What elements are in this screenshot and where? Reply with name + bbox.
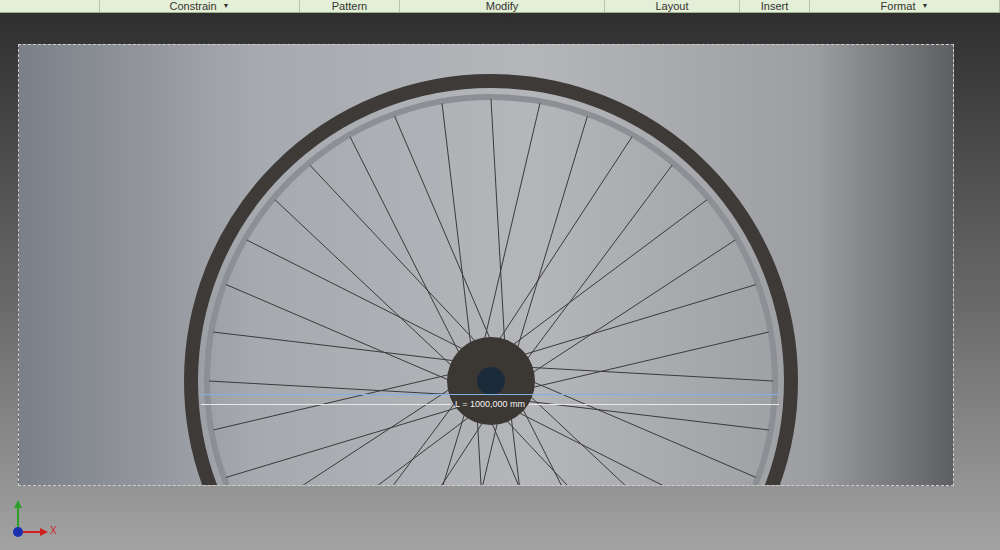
ribbon-panel-tab[interactable] xyxy=(0,0,100,12)
panel-label[interactable]: Constrain xyxy=(169,0,216,12)
graphics-canvas[interactable]: L = 1000,000 mm X xyxy=(0,13,1000,550)
sketch-image[interactable]: L = 1000,000 mm xyxy=(18,44,954,486)
dimension-arm xyxy=(529,404,779,405)
dimension-label[interactable]: L = 1000,000 mm xyxy=(451,399,529,410)
panel-label[interactable]: Format xyxy=(881,0,916,12)
ribbon-bar: Constrain ▼ Pattern Modify Layout Insert Forma… xyxy=(0,0,1000,13)
panel-label[interactable]: Pattern xyxy=(332,0,367,12)
ribbon-panel-tab[interactable]: Format ▼ xyxy=(810,0,1000,12)
ribbon-panel-tab[interactable]: Pattern xyxy=(300,0,400,12)
ribbon-panel-tab[interactable]: Modify xyxy=(400,0,605,12)
dropdown-arrow-icon[interactable]: ▼ xyxy=(223,0,230,12)
ribbon-panel-tab[interactable]: Layout xyxy=(605,0,740,12)
panel-label[interactable]: Modify xyxy=(486,0,518,12)
axis-triad-icon xyxy=(8,498,68,538)
panel-label[interactable]: Layout xyxy=(655,0,688,12)
panel-label[interactable]: Insert xyxy=(761,0,789,12)
dimension-line[interactable] xyxy=(201,394,779,395)
ribbon-panel-tab[interactable]: Constrain ▼ xyxy=(100,0,300,12)
dimension-annotation[interactable]: L = 1000,000 mm xyxy=(201,399,779,410)
x-axis-label: X xyxy=(50,525,57,536)
dropdown-arrow-icon[interactable]: ▼ xyxy=(921,0,928,12)
ribbon-panel-tab[interactable]: Insert xyxy=(740,0,810,12)
dimension-arm xyxy=(201,404,451,405)
wheel-photo-icon xyxy=(19,45,954,486)
